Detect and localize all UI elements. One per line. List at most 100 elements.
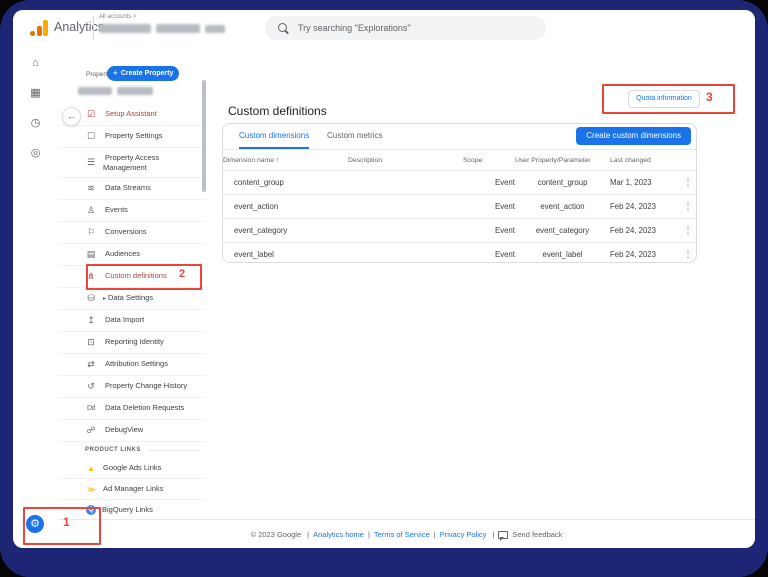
footer-separator: |: [367, 530, 370, 539]
create-custom-dimensions-button[interactable]: Create custom dimensions: [576, 127, 691, 145]
cell-user-property: event_action: [540, 202, 585, 211]
table-row[interactable]: event_category Event event_category Feb …: [223, 219, 696, 243]
footer-copyright: © 2023 Google: [250, 530, 302, 539]
table-row[interactable]: content_group Event content_group Mar 1,…: [223, 171, 696, 195]
menu-item-label: Attribution Settings: [105, 359, 168, 369]
menu-item-label: ▸ Data Settings: [103, 293, 154, 303]
product-link-item[interactable]: Google Ads Links: [58, 458, 207, 479]
menu-item-label: Property Change History: [105, 381, 188, 391]
property-menu-item[interactable]: Data Deletion Requests: [58, 398, 207, 420]
property-menu-item[interactable]: Property Settings: [58, 126, 207, 148]
property-menu-item[interactable]: Attribution Settings: [58, 354, 207, 376]
column-header[interactable]: Dimension name ↑: [223, 157, 348, 164]
table-row[interactable]: event_action Event event_action Feb 24, …: [223, 195, 696, 219]
footer-separator: |: [492, 530, 495, 539]
custom-definitions-card: Custom dimensions Custom metrics Create …: [222, 123, 697, 263]
product-link-item[interactable]: Ad Manager Links: [58, 479, 207, 500]
left-nav-item[interactable]: [13, 146, 58, 160]
send-feedback-link[interactable]: Send feedback: [512, 530, 562, 539]
property-menu-item[interactable]: Property Change History: [58, 376, 207, 398]
product-link-label: BigQuery Links: [102, 505, 153, 515]
redacted-account-name[interactable]: [99, 24, 225, 33]
property-menu-item[interactable]: DebugView: [58, 420, 207, 442]
menu-item-label: Property Access Management: [103, 152, 160, 173]
property-menu-item[interactable]: Data Streams: [58, 178, 207, 200]
search-bar[interactable]: Try searching "Explorations": [265, 16, 546, 40]
property-menu-item[interactable]: Data Import: [58, 310, 207, 332]
product-link-label: Google Ads Links: [103, 463, 162, 473]
plus-icon: +: [112, 68, 118, 78]
back-arrow-icon: ←: [67, 111, 76, 121]
row-menu-button[interactable]: [680, 225, 696, 236]
annotation-box-1: [23, 507, 101, 545]
cell-dimension-name: event_category: [234, 226, 288, 235]
footer-link[interactable]: Terms of Service: [374, 530, 430, 539]
product-link-icon: [85, 464, 97, 473]
account-scope-label[interactable]: All accounts >: [99, 14, 137, 20]
property-menu-item[interactable]: Property Access Management: [58, 148, 207, 178]
property-menu-item[interactable]: Reporting Identity: [58, 332, 207, 354]
row-menu-button[interactable]: [680, 201, 696, 212]
brand-title: Analytics: [54, 20, 105, 34]
row-menu-button[interactable]: [680, 249, 696, 260]
feedback-bubble-icon: [498, 530, 509, 541]
menu-item-icon: [85, 405, 97, 412]
menu-item-icon: [85, 315, 97, 326]
search-icon: [278, 22, 289, 34]
row-menu-button[interactable]: [680, 177, 696, 188]
collapse-panel-button[interactable]: ←: [62, 107, 81, 126]
tab-custom-metrics[interactable]: Custom metrics: [327, 124, 383, 147]
menu-item-label: Data Import: [105, 315, 145, 325]
column-header[interactable]: Last changed: [610, 157, 680, 164]
footer: © 2023 Google | Analytics home | Terms o…: [58, 519, 755, 548]
kebab-icon: [684, 225, 693, 235]
product-link-label: Ad Manager Links: [103, 484, 164, 494]
footer-separator: |: [307, 530, 310, 539]
cell-dimension-name: event_label: [234, 250, 274, 259]
create-property-button[interactable]: + Create Property: [107, 66, 179, 81]
menu-item-icon: [85, 425, 97, 436]
menu-item-icon: [85, 293, 97, 304]
footer-separator: |: [433, 530, 436, 539]
top-bar: Analytics All accounts > Try searching "…: [13, 10, 755, 47]
footer-link[interactable]: Analytics home: [313, 530, 364, 539]
cell-scope: Event: [495, 178, 515, 187]
property-menu-item[interactable]: Events: [58, 200, 207, 222]
property-menu-item[interactable]: Conversions: [58, 222, 207, 244]
annotation-box-3: [602, 84, 735, 114]
cell-user-property: event_label: [542, 250, 583, 259]
footer-link[interactable]: Privacy Policy: [440, 530, 487, 539]
panel-scrollbar[interactable]: [202, 80, 206, 192]
left-nav-item[interactable]: [13, 116, 58, 130]
property-menu-item[interactable]: Audiences: [58, 244, 207, 266]
cell-last-changed: Feb 24, 2023: [610, 202, 656, 211]
cell-last-changed: Feb 24, 2023: [610, 250, 656, 259]
menu-item-label: Data Deletion Requests: [105, 403, 185, 413]
menu-item-label: Conversions: [105, 227, 147, 237]
menu-item-label: Reporting Identity: [105, 337, 164, 347]
kebab-icon: [684, 201, 693, 211]
menu-item-icon: [85, 249, 97, 260]
menu-item-icon: [85, 359, 97, 370]
left-nav-item[interactable]: [13, 86, 58, 100]
annotation-number-2: 2: [179, 268, 186, 280]
table-header: Dimension name ↑ Description Scope User P…: [223, 150, 696, 171]
left-nav-item[interactable]: [13, 56, 58, 70]
main-content: Custom definitions Quota information Cus…: [207, 46, 755, 519]
menu-item-icon: [85, 227, 97, 238]
menu-item-icon: [85, 337, 97, 348]
menu-item-icon: [85, 131, 97, 142]
property-menu: Setup Assistant Property Settings Proper…: [58, 104, 207, 519]
menu-item-label: Events: [105, 205, 128, 215]
table-row[interactable]: event_label Event event_label Feb 24, 20…: [223, 243, 696, 262]
menu-item-icon: [85, 109, 97, 120]
property-menu-item[interactable]: ▸Data Settings: [58, 288, 207, 310]
product-link-icon: [85, 485, 97, 494]
menu-item-label: Setup Assistant: [105, 109, 157, 119]
column-header[interactable]: User Property/Parameter: [515, 157, 610, 164]
column-header[interactable]: Description: [348, 157, 463, 164]
column-header[interactable]: Scope: [463, 157, 515, 164]
tab-custom-dimensions[interactable]: Custom dimensions: [239, 124, 310, 149]
cell-last-changed: Mar 1, 2023: [610, 178, 652, 187]
cell-scope: Event: [495, 202, 515, 211]
